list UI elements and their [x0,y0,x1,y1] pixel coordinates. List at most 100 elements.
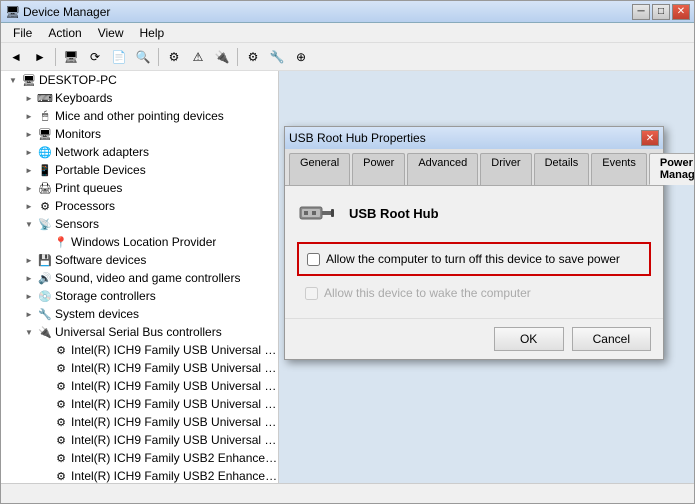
label-sensors: Sensors [53,217,99,231]
minimize-button[interactable]: ─ [632,4,650,20]
tree-monitors[interactable]: ► 🖥 Monitors [1,125,278,143]
tree-mice[interactable]: ► 🖱 Mice and other pointing devices [1,107,278,125]
tab-power[interactable]: Power [352,153,405,185]
allow-turnoff-label: Allow the computer to turn off this devi… [326,252,620,266]
label-ich9-2: Intel(R) ICH9 Family USB Universal Host … [69,361,278,375]
tree-usb[interactable]: ▼ 🔌 Universal Serial Bus controllers [1,323,278,341]
tree-storage[interactable]: ► 💿 Storage controllers [1,287,278,305]
tree-sound[interactable]: ► 🔊 Sound, video and game controllers [1,269,278,287]
properties-dialog: USB Root Hub Properties ✕ General Power … [284,126,664,360]
exp-processors: ► [21,198,37,214]
toolbar-forward[interactable]: ► [29,46,51,68]
icon-ich9-8: ⚙ [53,468,69,483]
exp-ich9-1 [37,342,53,358]
tree-processors[interactable]: ► ⚙ Processors [1,197,278,215]
label-monitors: Monitors [53,127,101,141]
label-wlp: Windows Location Provider [69,235,216,249]
tree-ich9-6[interactable]: ⚙ Intel(R) ICH9 Family USB Universal Hos… [1,431,278,449]
dialog-close-button[interactable]: ✕ [641,130,659,146]
label-keyboards: Keyboards [53,91,112,105]
menu-action[interactable]: Action [40,24,89,42]
tab-power-management[interactable]: Power Management [649,153,694,185]
exp-wlp [37,234,53,250]
label-portable: Portable Devices [53,163,146,177]
label-print: Print queues [53,181,122,195]
menu-bar: File Action View Help [1,23,694,43]
tree-keyboards[interactable]: ► ⌨ Keyboards [1,89,278,107]
toolbar-extra1[interactable]: ⚙ [242,46,264,68]
tab-general[interactable]: General [289,153,350,185]
toolbar-sep-3 [237,48,238,66]
label-ich9-5: Intel(R) ICH9 Family USB Universal Host … [69,415,278,429]
tab-details[interactable]: Details [534,153,590,185]
tree-ich9-2[interactable]: ⚙ Intel(R) ICH9 Family USB Universal Hos… [1,359,278,377]
tree-ich9-5[interactable]: ⚙ Intel(R) ICH9 Family USB Universal Hos… [1,413,278,431]
icon-usb: 🔌 [37,324,53,340]
tree-ich9-8[interactable]: ⚙ Intel(R) ICH9 Family USB2 Enhanced Hos… [1,467,278,483]
label-network: Network adapters [53,145,149,159]
tree-print[interactable]: ► 🖨 Print queues [1,179,278,197]
tree-ich9-1[interactable]: ⚙ Intel(R) ICH9 Family USB Universal Hos… [1,341,278,359]
toolbar-warning[interactable]: ⚠ [187,46,209,68]
device-name-label: USB Root Hub [349,206,439,221]
exp-sound: ► [21,270,37,286]
window-title: Device Manager [23,5,110,19]
toolbar: ◄ ► 🖥 ⟳ 📄 🔍 ⚙ ⚠ 🔌 ⚙ 🔧 ⊕ [1,43,694,71]
close-button[interactable]: ✕ [672,4,690,20]
menu-file[interactable]: File [5,24,40,42]
icon-portable: 📱 [37,162,53,178]
tree-root[interactable]: ▼ 🖥 DESKTOP-PC [1,71,278,89]
menu-view[interactable]: View [90,24,132,42]
power-option-1: Allow the computer to turn off this devi… [297,242,651,276]
exp-usb: ▼ [21,324,37,340]
icon-print: 🖨 [37,180,53,196]
menu-help[interactable]: Help [132,24,173,42]
device-info: USB Root Hub [297,198,651,228]
usb-icon [298,199,336,227]
tree-software[interactable]: ► 💾 Software devices [1,251,278,269]
allow-turnoff-checkbox[interactable] [307,253,320,266]
toolbar-extra3[interactable]: ⊕ [290,46,312,68]
tab-advanced[interactable]: Advanced [407,153,478,185]
maximize-button[interactable]: □ [652,4,670,20]
icon-ich9-1: ⚙ [53,342,69,358]
toolbar-properties[interactable]: 📄 [108,46,130,68]
exp-network: ► [21,144,37,160]
icon-mice: 🖱 [37,108,53,124]
toolbar-refresh[interactable]: ⟳ [84,46,106,68]
label-ich9-1: Intel(R) ICH9 Family USB Universal Host … [69,343,278,357]
exp-keyboards: ► [21,90,37,106]
tree-system[interactable]: ► 🔧 System devices [1,305,278,323]
icon-sensors: 📡 [37,216,53,232]
toolbar-search[interactable]: 🔍 [132,46,154,68]
tree-ich9-7[interactable]: ⚙ Intel(R) ICH9 Family USB2 Enhanced Hos… [1,449,278,467]
app-icon: 🖥 [5,5,19,19]
label-ich9-7: Intel(R) ICH9 Family USB2 Enhanced Host … [69,451,278,465]
tab-events[interactable]: Events [591,153,647,185]
allow-wakeup-checkbox[interactable] [305,287,318,300]
tab-driver[interactable]: Driver [480,153,531,185]
tree-sensors[interactable]: ▼ 📡 Sensors [1,215,278,233]
tree-wlp[interactable]: 📍 Windows Location Provider [1,233,278,251]
window-controls: ─ □ ✕ [632,4,690,20]
toolbar-extra2[interactable]: 🔧 [266,46,288,68]
label-ich9-8: Intel(R) ICH9 Family USB2 Enhanced Host … [69,469,278,483]
allow-wakeup-label: Allow this device to wake the computer [324,286,531,300]
tab-bar: General Power Advanced Driver Details Ev… [285,149,663,186]
exp-storage: ► [21,288,37,304]
exp-mice: ► [21,108,37,124]
cancel-button[interactable]: Cancel [572,327,651,351]
label-sound: Sound, video and game controllers [53,271,240,285]
toolbar-device[interactable]: 🖥 [60,46,82,68]
tree-network[interactable]: ► 🌐 Network adapters [1,143,278,161]
icon-wlp: 📍 [53,234,69,250]
toolbar-power[interactable]: 🔌 [211,46,233,68]
icon-keyboards: ⌨ [37,90,53,106]
ok-button[interactable]: OK [494,327,564,351]
toolbar-back[interactable]: ◄ [5,46,27,68]
tree-portable[interactable]: ► 📱 Portable Devices [1,161,278,179]
icon-ich9-2: ⚙ [53,360,69,376]
tree-ich9-4[interactable]: ⚙ Intel(R) ICH9 Family USB Universal Hos… [1,395,278,413]
toolbar-settings[interactable]: ⚙ [163,46,185,68]
tree-ich9-3[interactable]: ⚙ Intel(R) ICH9 Family USB Universal Hos… [1,377,278,395]
